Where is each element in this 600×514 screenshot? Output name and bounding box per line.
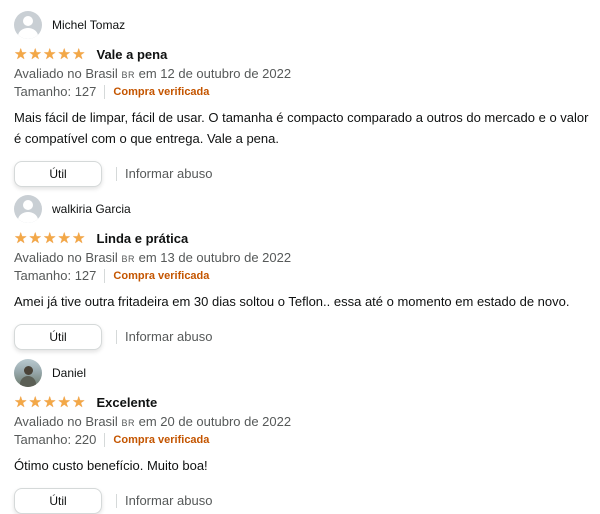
helpful-button[interactable]: Útil — [14, 488, 102, 514]
star-icon: ★ — [57, 393, 71, 411]
review-item: walkiria Garcia ★ ★ ★ ★ ★ Linda e prática Av… — [14, 194, 594, 350]
review-origin: Avaliado no Brasil — [14, 414, 118, 429]
divider — [104, 269, 106, 283]
star-icon: ★ — [57, 229, 71, 247]
review-variant-line: Tamanho: 127 Compra verificada — [14, 83, 594, 101]
star-icon: ★ — [28, 393, 42, 411]
review-origin: Avaliado no Brasil — [14, 250, 118, 265]
star-icon: ★ — [43, 393, 57, 411]
country-flag: BR — [121, 254, 135, 264]
star-rating[interactable]: ★ ★ ★ ★ ★ — [14, 231, 87, 246]
country-flag: BR — [121, 418, 135, 428]
star-icon: ★ — [28, 45, 42, 63]
divider — [104, 433, 106, 447]
star-icon: ★ — [14, 45, 28, 63]
star-icon: ★ — [43, 45, 57, 63]
rating-line: ★ ★ ★ ★ ★ Linda e prática — [14, 228, 594, 248]
verified-purchase-badge: Compra verificada — [113, 434, 210, 446]
review-variant-line: Tamanho: 127 Compra verificada — [14, 267, 594, 285]
review-date-text: em 20 de outubro de 2022 — [138, 414, 292, 429]
reviewer-name[interactable]: walkiria Garcia — [52, 202, 131, 216]
review-title[interactable]: Linda e prática — [97, 231, 189, 246]
star-icon: ★ — [14, 229, 28, 247]
review-variant-line: Tamanho: 220 Compra verificada — [14, 431, 594, 449]
rating-line: ★ ★ ★ ★ ★ Excelente — [14, 392, 594, 412]
review-date-text: em 12 de outubro de 2022 — [138, 66, 292, 81]
photo-avatar — [14, 359, 42, 387]
reviewer-profile[interactable]: walkiria Garcia — [14, 194, 594, 224]
review-date: Avaliado no Brasil BR em 12 de outubro d… — [14, 65, 594, 83]
country-flag: BR — [121, 70, 135, 80]
star-icon: ★ — [43, 229, 57, 247]
review-origin: Avaliado no Brasil — [14, 66, 118, 81]
review-actions: Útil Informar abuso — [14, 161, 594, 187]
review-body: Ótimo custo benefício. Muito boa! — [14, 458, 208, 473]
divider — [104, 85, 106, 99]
review-actions: Útil Informar abuso — [14, 488, 594, 514]
reviewer-name[interactable]: Daniel — [52, 366, 86, 380]
helpful-button[interactable]: Útil — [14, 161, 102, 187]
star-icon: ★ — [28, 229, 42, 247]
reviewer-profile[interactable]: Daniel — [14, 358, 594, 388]
review-actions: Útil Informar abuso — [14, 324, 594, 350]
review-date: Avaliado no Brasil BR em 20 de outubro d… — [14, 413, 594, 431]
review-title[interactable]: Vale a pena — [97, 47, 168, 62]
star-icon: ★ — [14, 393, 28, 411]
rating-line: ★ ★ ★ ★ ★ Vale a pena — [14, 44, 594, 64]
variant-size[interactable]: Tamanho: 127 — [14, 83, 96, 101]
review-item: Daniel ★ ★ ★ ★ ★ Excelente Avaliado no Brasi… — [14, 358, 594, 514]
review-date-text: em 13 de outubro de 2022 — [138, 250, 292, 265]
star-icon: ★ — [57, 45, 71, 63]
review-item: Michel Tomaz ★ ★ ★ ★ ★ Vale a pena Avaliado … — [14, 10, 594, 187]
default-avatar-icon — [14, 11, 42, 39]
helpful-button[interactable]: Útil — [14, 324, 102, 350]
verified-purchase-badge: Compra verificada — [113, 270, 210, 282]
report-abuse-link[interactable]: Informar abuso — [116, 167, 212, 181]
reviewer-name[interactable]: Michel Tomaz — [52, 18, 125, 32]
review-title[interactable]: Excelente — [97, 395, 158, 410]
default-avatar-icon — [14, 195, 42, 223]
verified-purchase-badge: Compra verificada — [113, 86, 210, 98]
variant-size[interactable]: Tamanho: 127 — [14, 267, 96, 285]
variant-size[interactable]: Tamanho: 220 — [14, 431, 96, 449]
report-abuse-link[interactable]: Informar abuso — [116, 330, 212, 344]
star-rating[interactable]: ★ ★ ★ ★ ★ — [14, 47, 87, 62]
report-abuse-link[interactable]: Informar abuso — [116, 494, 212, 508]
review-date: Avaliado no Brasil BR em 13 de outubro d… — [14, 249, 594, 267]
reviewer-profile[interactable]: Michel Tomaz — [14, 10, 594, 40]
star-icon: ★ — [72, 229, 86, 247]
star-icon: ★ — [72, 393, 86, 411]
review-body: Mais fácil de limpar, fácil de usar. O t… — [14, 110, 589, 146]
star-icon: ★ — [72, 45, 86, 63]
review-body: Amei já tive outra fritadeira em 30 dias… — [14, 294, 570, 309]
star-rating[interactable]: ★ ★ ★ ★ ★ — [14, 395, 87, 410]
